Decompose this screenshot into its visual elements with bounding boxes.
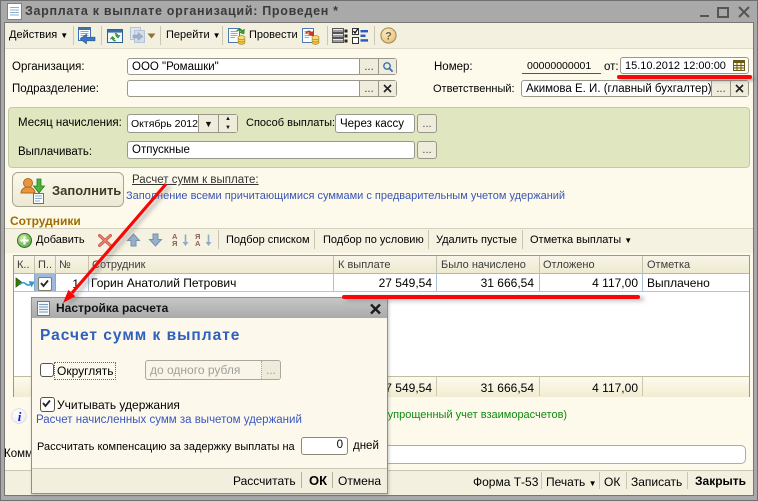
svg-text:i: i [18,409,22,424]
svg-text:?: ? [385,31,392,43]
